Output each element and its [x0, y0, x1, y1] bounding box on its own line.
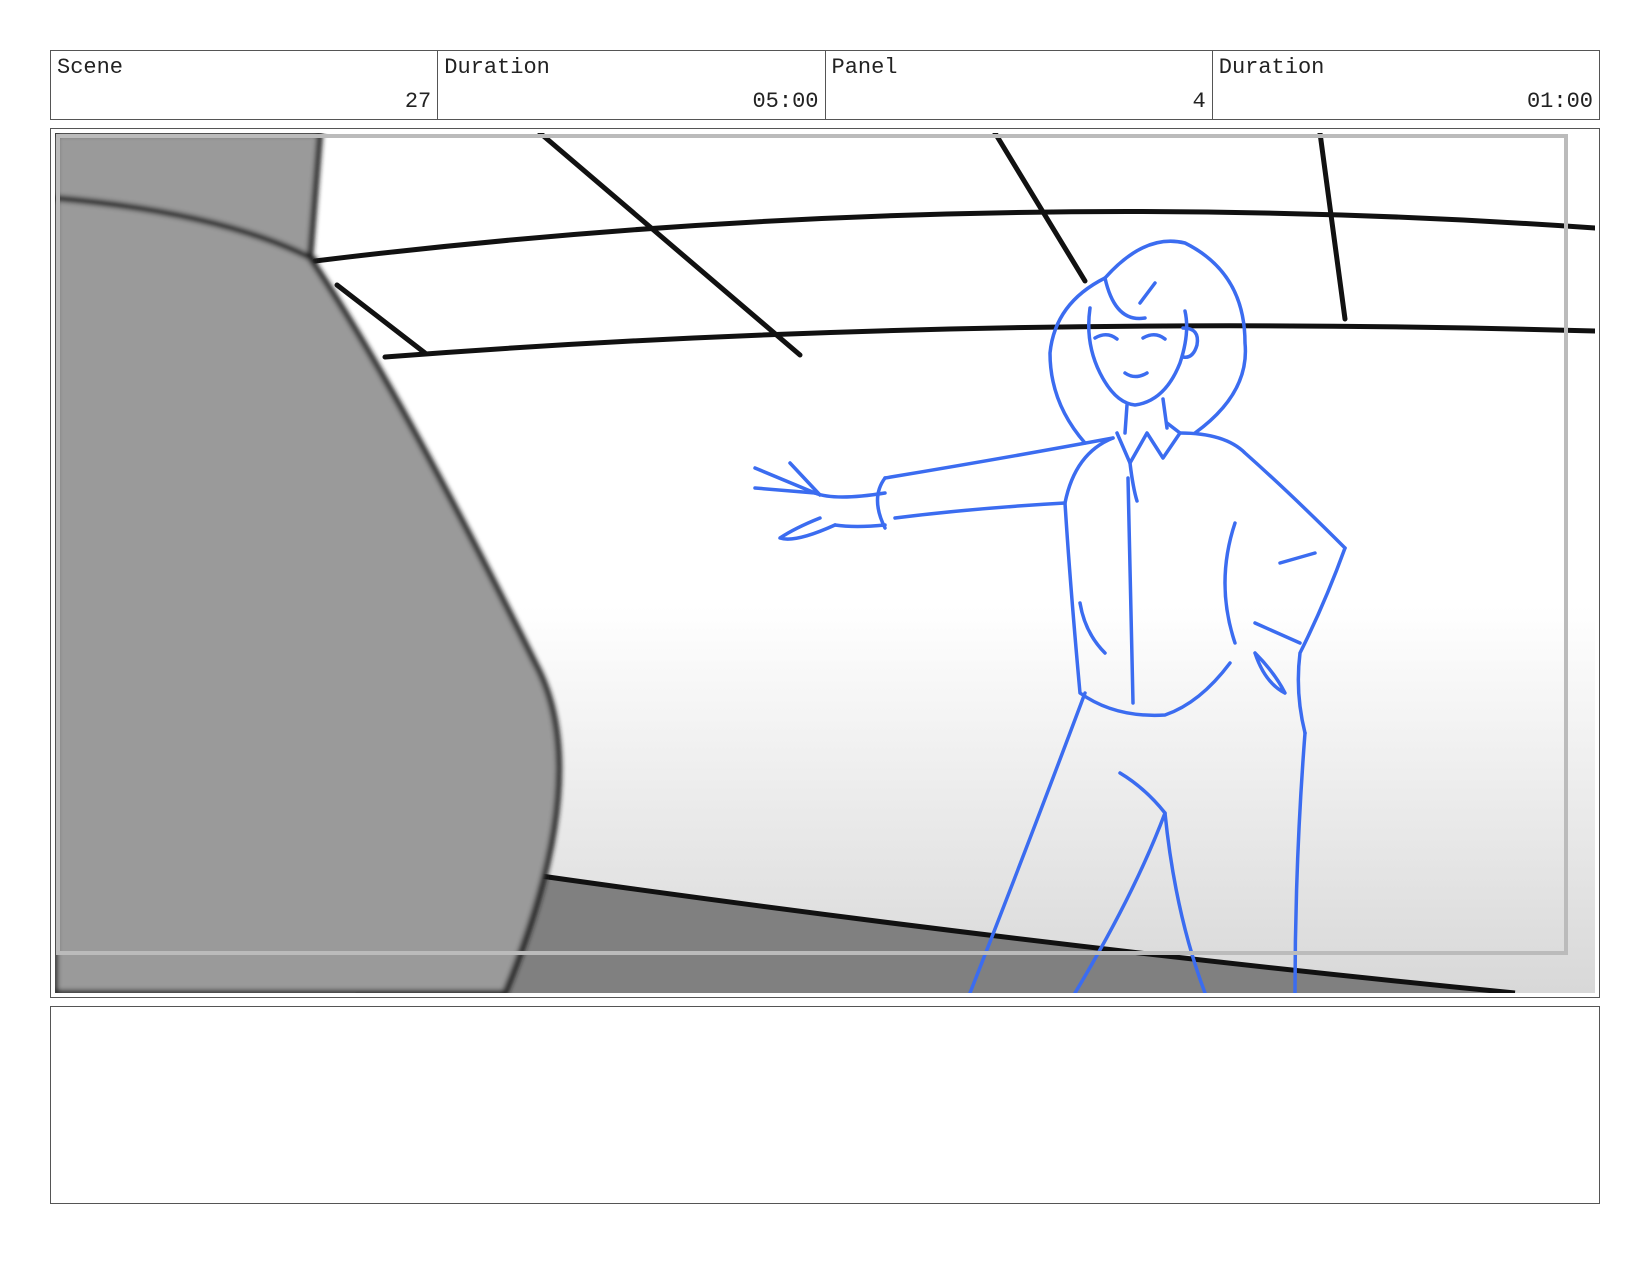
scene-number: 27	[404, 89, 432, 114]
panel-cell: Panel 4	[826, 51, 1213, 119]
panel-number: 4	[1192, 89, 1206, 114]
storyboard-sketch	[55, 133, 1595, 993]
panel-label: Panel	[831, 55, 898, 80]
scene-duration-cell: Duration 05:00	[438, 51, 826, 119]
storyboard-frame	[50, 128, 1600, 998]
scene-cell: Scene 27	[51, 51, 439, 119]
panel-duration-value: 01:00	[1526, 89, 1593, 114]
panel-duration-cell: Duration 01:00	[1213, 51, 1599, 119]
panel-notes-box[interactable]	[50, 1006, 1600, 1204]
panel-header: Scene 27 Duration 05:00 Panel 4 Duration…	[50, 50, 1600, 120]
panel-duration-label: Duration	[1218, 55, 1325, 80]
scene-duration-value: 05:00	[752, 89, 819, 114]
scene-label: Scene	[57, 55, 124, 80]
scene-duration-label: Duration	[444, 55, 550, 80]
